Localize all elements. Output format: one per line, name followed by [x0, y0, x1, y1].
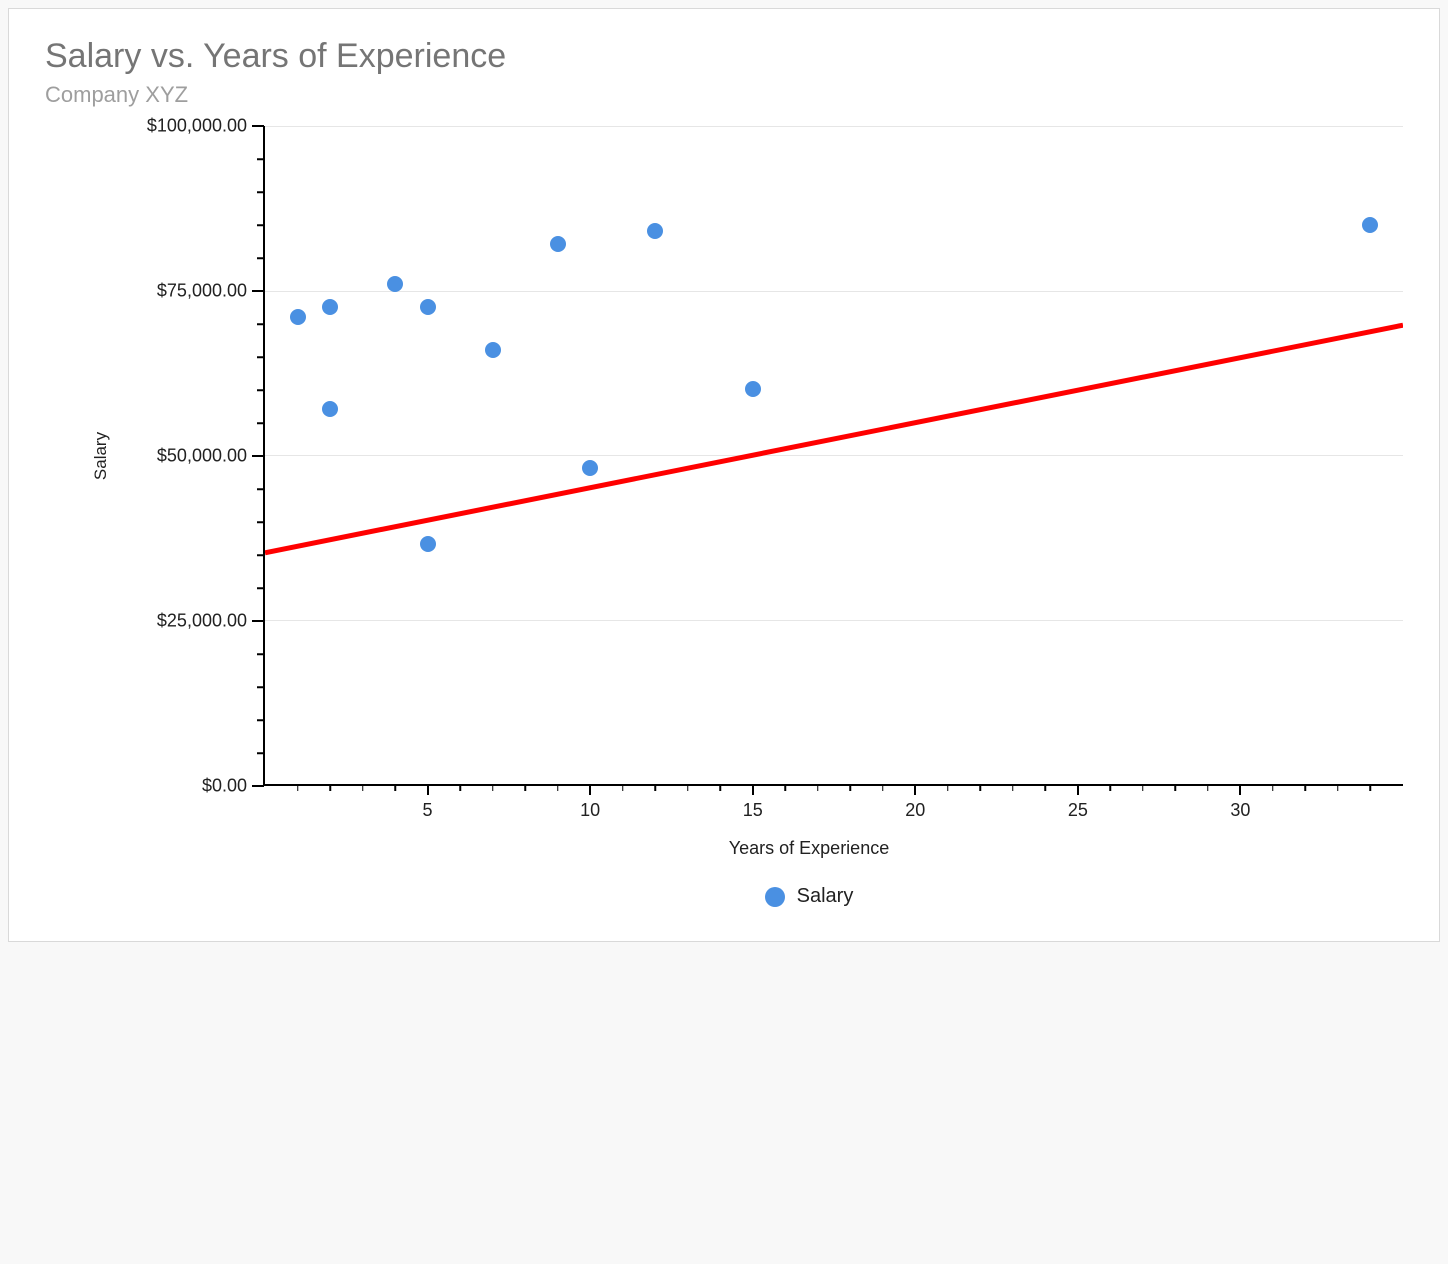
x-minor-tick	[850, 785, 852, 791]
y-minor-tick	[257, 257, 264, 259]
data-point	[420, 299, 436, 315]
x-tick-mark	[1239, 785, 1241, 795]
data-point	[322, 401, 338, 417]
y-tick-label: $25,000.00	[157, 611, 247, 632]
y-tick-label: $0.00	[202, 776, 247, 797]
y-tick-label: $75,000.00	[157, 281, 247, 302]
x-minor-tick	[459, 785, 461, 791]
x-minor-tick	[687, 785, 689, 791]
y-minor-tick	[257, 686, 264, 688]
gridline	[265, 126, 1403, 127]
x-minor-tick	[784, 785, 786, 791]
gridline	[265, 291, 1403, 292]
gridline	[265, 620, 1403, 621]
x-axis-label: Years of Experience	[215, 838, 1403, 859]
y-minor-tick	[257, 356, 264, 358]
x-minor-tick	[557, 785, 559, 791]
x-minor-tick	[1110, 785, 1112, 791]
x-minor-tick	[1045, 785, 1047, 791]
x-tick-mark	[914, 785, 916, 795]
legend: Salary	[215, 885, 1403, 908]
x-minor-tick	[980, 785, 982, 791]
x-minor-tick	[362, 785, 364, 791]
y-tick-mark	[252, 785, 264, 787]
x-minor-tick	[654, 785, 656, 791]
y-tick-mark	[252, 620, 264, 622]
data-point	[647, 223, 663, 239]
x-tick-label: 5	[423, 800, 433, 821]
x-tick-label: 10	[580, 800, 600, 821]
x-minor-tick	[329, 785, 331, 791]
y-minor-tick	[257, 158, 264, 160]
x-tick-mark	[427, 785, 429, 795]
y-minor-tick	[257, 488, 264, 490]
chart-title: Salary vs. Years of Experience	[45, 37, 1403, 76]
y-tick-label: $50,000.00	[157, 446, 247, 467]
y-minor-tick	[257, 653, 264, 655]
y-minor-tick	[257, 719, 264, 721]
y-minor-tick	[257, 323, 264, 325]
data-point	[387, 276, 403, 292]
y-minor-tick	[257, 752, 264, 754]
x-minor-tick	[1370, 785, 1372, 791]
y-tick-mark	[252, 455, 264, 457]
x-minor-tick	[817, 785, 819, 791]
x-tick-mark	[1077, 785, 1079, 795]
data-point	[485, 342, 501, 358]
legend-dot-icon	[765, 887, 785, 907]
x-minor-tick	[297, 785, 299, 791]
y-minor-tick	[257, 521, 264, 523]
x-minor-tick	[719, 785, 721, 791]
plot-inner	[265, 126, 1403, 786]
gridline	[265, 455, 1403, 456]
legend-label: Salary	[797, 885, 854, 908]
x-minor-tick	[1305, 785, 1307, 791]
x-minor-tick	[524, 785, 526, 791]
x-minor-tick	[1142, 785, 1144, 791]
y-tick-mark	[252, 290, 264, 292]
x-minor-tick	[947, 785, 949, 791]
y-minor-tick	[257, 191, 264, 193]
x-minor-tick	[882, 785, 884, 791]
y-minor-tick	[257, 587, 264, 589]
x-tick-label: 25	[1068, 800, 1088, 821]
x-minor-tick	[622, 785, 624, 791]
chart-subtitle: Company XYZ	[45, 82, 1403, 108]
y-minor-tick	[257, 389, 264, 391]
x-tick-label: 15	[743, 800, 763, 821]
y-minor-tick	[257, 224, 264, 226]
x-minor-tick	[1337, 785, 1339, 791]
y-tick-label: $100,000.00	[147, 116, 247, 137]
data-point	[290, 309, 306, 325]
x-minor-tick	[1272, 785, 1274, 791]
data-point	[1362, 217, 1378, 233]
x-minor-tick	[394, 785, 396, 791]
x-minor-tick	[1175, 785, 1177, 791]
data-point	[582, 460, 598, 476]
data-point	[322, 299, 338, 315]
trendline	[265, 126, 1403, 1264]
x-minor-tick	[492, 785, 494, 791]
x-tick-label: 30	[1230, 800, 1250, 821]
x-tick-mark	[752, 785, 754, 795]
y-minor-tick	[257, 422, 264, 424]
x-tick-label: 20	[905, 800, 925, 821]
chart-container: Salary vs. Years of Experience Company X…	[8, 8, 1440, 942]
x-axis: 5 10 15 20 25 30	[265, 786, 1403, 826]
x-minor-tick	[1207, 785, 1209, 791]
data-point	[420, 536, 436, 552]
data-point	[745, 381, 761, 397]
x-tick-mark	[589, 785, 591, 795]
y-axis: $0.00$25,000.00$50,000.00$75,000.00$100,…	[95, 126, 265, 786]
x-minor-tick	[1012, 785, 1014, 791]
data-point	[550, 236, 566, 252]
plot-area: Salary $0.00$25,000.00$50,000.00$75,000.…	[95, 126, 1403, 786]
y-minor-tick	[257, 554, 264, 556]
y-tick-mark	[252, 125, 264, 127]
